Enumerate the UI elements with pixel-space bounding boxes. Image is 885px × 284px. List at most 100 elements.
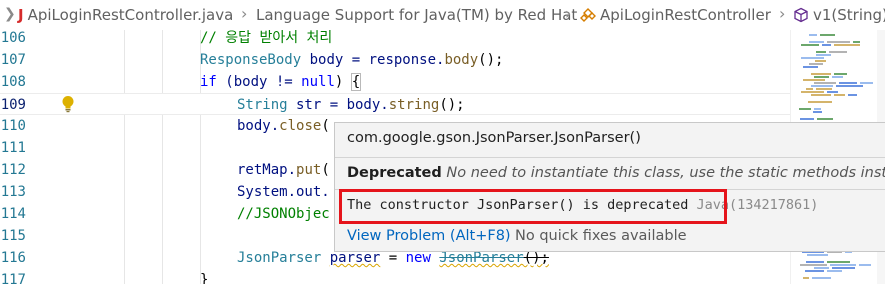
line-number: 116 <box>0 250 26 266</box>
minimap-stroke <box>859 264 871 266</box>
minimap-stroke <box>805 270 824 272</box>
minimap-stroke <box>832 76 843 78</box>
method-token: body <box>444 52 479 68</box>
minimap-stroke <box>811 94 831 96</box>
code-token: (body != <box>216 74 302 90</box>
type-token: ResponseBody <box>200 52 302 68</box>
breadcrumb-collapse-chevron[interactable]: ❯ <box>4 6 16 22</box>
minimap-stroke <box>827 261 850 263</box>
code-line-active[interactable]: 109 String str = body.string(); <box>0 93 790 115</box>
line-number: 117 <box>0 272 26 284</box>
minimap-stroke <box>800 264 827 266</box>
lightbulb-icon[interactable] <box>60 95 76 113</box>
minimap-stroke <box>813 111 822 113</box>
java-file-icon: J <box>18 6 24 24</box>
minimap-stroke <box>820 34 835 36</box>
keyword-token: null <box>301 74 335 90</box>
breadcrumb-extension[interactable]: Language Support for Java(TM) by Red Hat <box>256 6 577 24</box>
minimap-stroke <box>811 85 833 87</box>
minimap-stroke <box>860 82 873 84</box>
hover-widget: com.google.gson.JsonParser.JsonParser() … <box>334 122 885 252</box>
code-line[interactable]: 106 // 응답 받아서 처리 <box>0 30 790 49</box>
minimap-stroke <box>801 91 824 93</box>
code-line[interactable]: 108 if (body != null) { <box>0 71 790 93</box>
breadcrumb-separator: › <box>241 4 248 23</box>
hover-problem: The constructor JsonParser() is deprecat… <box>347 197 818 213</box>
minimap-stroke <box>814 267 829 269</box>
class-icon <box>580 8 596 22</box>
minimap-stroke <box>801 44 819 46</box>
minimap-stroke <box>830 264 856 266</box>
line-number: 114 <box>0 206 26 222</box>
keyword-token: new <box>405 250 431 266</box>
code-text: // 응답 받아서 처리 <box>200 30 332 49</box>
breadcrumb: ❯ J ApiLoginRestController.java › Langua… <box>0 0 885 30</box>
code-token: } <box>200 272 209 284</box>
minimap-stroke <box>839 82 857 84</box>
code-text: retMap.put( <box>237 159 330 181</box>
hover-deprecated-note: Deprecated No need to instantiate this c… <box>347 165 885 181</box>
minimap-stroke <box>834 94 845 96</box>
minimap-stroke <box>799 108 811 110</box>
breadcrumb-separator: › <box>565 4 572 23</box>
deprecated-text: No need to instantiate this class, use t… <box>446 165 885 181</box>
minimap-stroke <box>817 118 833 120</box>
method-token: close <box>279 118 322 134</box>
view-problem-link[interactable]: View Problem (Alt+F8) <box>347 228 511 244</box>
no-quick-fixes-label: No quick fixes available <box>515 228 687 244</box>
code-token: (); <box>478 52 504 68</box>
breadcrumb-method[interactable]: v1(String) <box>793 6 885 24</box>
code-token: System.out. <box>237 184 330 200</box>
deprecated-label: Deprecated <box>347 165 442 181</box>
minimap-stroke <box>815 60 826 62</box>
minimap-stroke <box>809 34 817 36</box>
hover-divider <box>335 189 885 190</box>
line-number: 111 <box>0 140 26 156</box>
code-token: (); <box>439 97 465 113</box>
line-number: 112 <box>0 162 26 178</box>
chevron-right-icon: ❯ <box>4 6 16 22</box>
line-number: 109 <box>0 97 26 113</box>
breadcrumb-file[interactable]: J ApiLoginRestController.java <box>18 6 233 24</box>
minimap-stroke <box>827 270 842 272</box>
code-text: if (body != null) { <box>200 71 362 93</box>
minimap-stroke <box>816 54 831 56</box>
minimap-stroke <box>807 254 828 256</box>
minimap-stroke <box>814 82 836 84</box>
type-token: JsonParser <box>237 250 322 266</box>
breadcrumb-class[interactable]: ApiLoginRestController <box>580 6 771 24</box>
code-line[interactable]: 107 ResponseBody body = response.body(); <box>0 49 790 71</box>
breadcrumb-class-name: ApiLoginRestController <box>600 6 771 24</box>
minimap-stroke <box>812 277 831 279</box>
comment-text: // 응답 받아서 처리 <box>200 30 333 46</box>
minimap-stroke <box>822 44 831 46</box>
minimap-stroke <box>832 267 855 269</box>
code-text: } <box>200 269 208 284</box>
code-line[interactable]: 117 } <box>0 269 790 284</box>
line-number: 115 <box>0 228 26 244</box>
code-text: String str = body.string(); <box>237 94 465 116</box>
minimap-stroke <box>803 66 818 68</box>
minimap-stroke <box>809 41 824 43</box>
hover-divider <box>335 157 885 158</box>
breadcrumb-file-name: ApiLoginRestController.java <box>27 6 234 24</box>
minimap-stroke <box>800 118 814 120</box>
minimap-stroke <box>801 57 824 59</box>
minimap-stroke <box>809 63 823 65</box>
code-token: = <box>380 250 406 266</box>
code-token: ( <box>321 118 330 134</box>
matched-brace: { <box>350 73 362 91</box>
code-text: System.out. <box>237 181 330 203</box>
minimap-stroke <box>836 85 863 87</box>
minimap-stroke <box>816 88 832 90</box>
minimap-stroke <box>811 73 831 75</box>
type-token: String <box>237 97 288 113</box>
problem-source: Java(134217861) <box>696 197 819 213</box>
hover-status-bar: View Problem (Alt+F8) No quick fixes ava… <box>335 221 885 251</box>
minimap-stroke <box>806 88 813 90</box>
minimap-stroke <box>814 108 821 110</box>
minimap-stroke <box>853 41 860 43</box>
keyword-token: if <box>200 74 217 90</box>
code-text: //JSONObjec <box>237 203 330 225</box>
method-cube-icon <box>794 7 808 23</box>
